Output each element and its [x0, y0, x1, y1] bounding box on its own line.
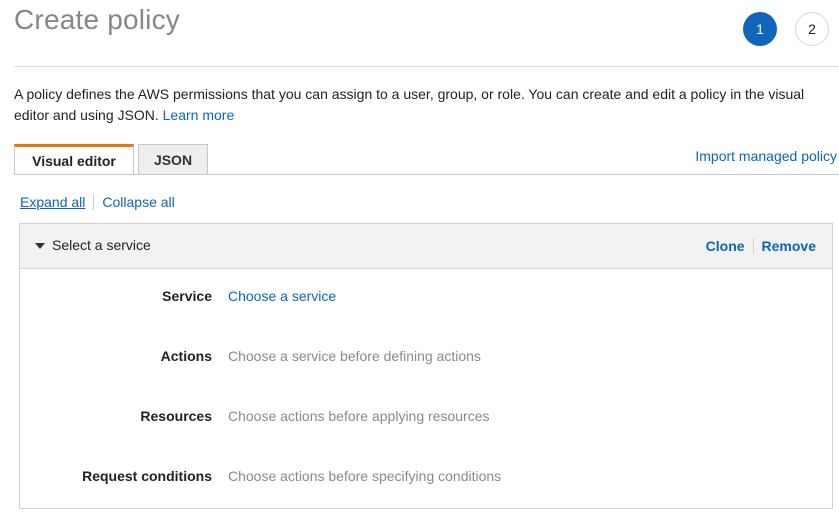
panel-header[interactable]: Select a service Clone Remove — [20, 224, 832, 269]
editor-tabs: Visual editor JSON — [14, 144, 212, 174]
caret-down-icon[interactable] — [35, 243, 45, 249]
learn-more-link[interactable]: Learn more — [163, 107, 235, 123]
description-text: A policy defines the AWS permissions tha… — [14, 86, 805, 123]
panel-actions: Clone Remove — [706, 238, 816, 254]
request-conditions-label: Request conditions — [82, 468, 212, 484]
policy-description: A policy defines the AWS permissions tha… — [14, 84, 834, 126]
tab-divider — [14, 174, 839, 175]
collapse-all-link[interactable]: Collapse all — [102, 194, 174, 210]
page-title: Create policy — [14, 4, 181, 35]
panel-title[interactable]: Select a service — [52, 237, 151, 253]
resources-placeholder: Choose actions before applying resources — [228, 408, 490, 424]
expand-collapse-bar: Expand all Collapse all — [20, 194, 175, 210]
remove-button[interactable]: Remove — [762, 238, 816, 254]
actions-placeholder: Choose a service before defining actions — [228, 348, 481, 364]
import-managed-policy-link[interactable]: Import managed policy — [695, 148, 837, 164]
separator — [93, 194, 95, 210]
clone-button[interactable]: Clone — [706, 238, 745, 254]
service-label: Service — [162, 288, 212, 304]
request-conditions-placeholder: Choose actions before specifying conditi… — [228, 468, 502, 484]
expand-all-link[interactable]: Expand all — [20, 194, 85, 210]
tab-visual-editor[interactable]: Visual editor — [14, 144, 134, 174]
wizard-step-2[interactable]: 2 — [795, 12, 829, 46]
choose-service-link[interactable]: Choose a service — [228, 288, 336, 304]
service-panel: Select a service Clone Remove Service Ch… — [19, 223, 833, 509]
actions-label: Actions — [160, 348, 212, 364]
header-divider — [14, 66, 839, 67]
separator — [752, 238, 754, 254]
tab-json[interactable]: JSON — [138, 144, 208, 174]
wizard-step-1[interactable]: 1 — [743, 12, 777, 46]
resources-label: Resources — [140, 408, 212, 424]
